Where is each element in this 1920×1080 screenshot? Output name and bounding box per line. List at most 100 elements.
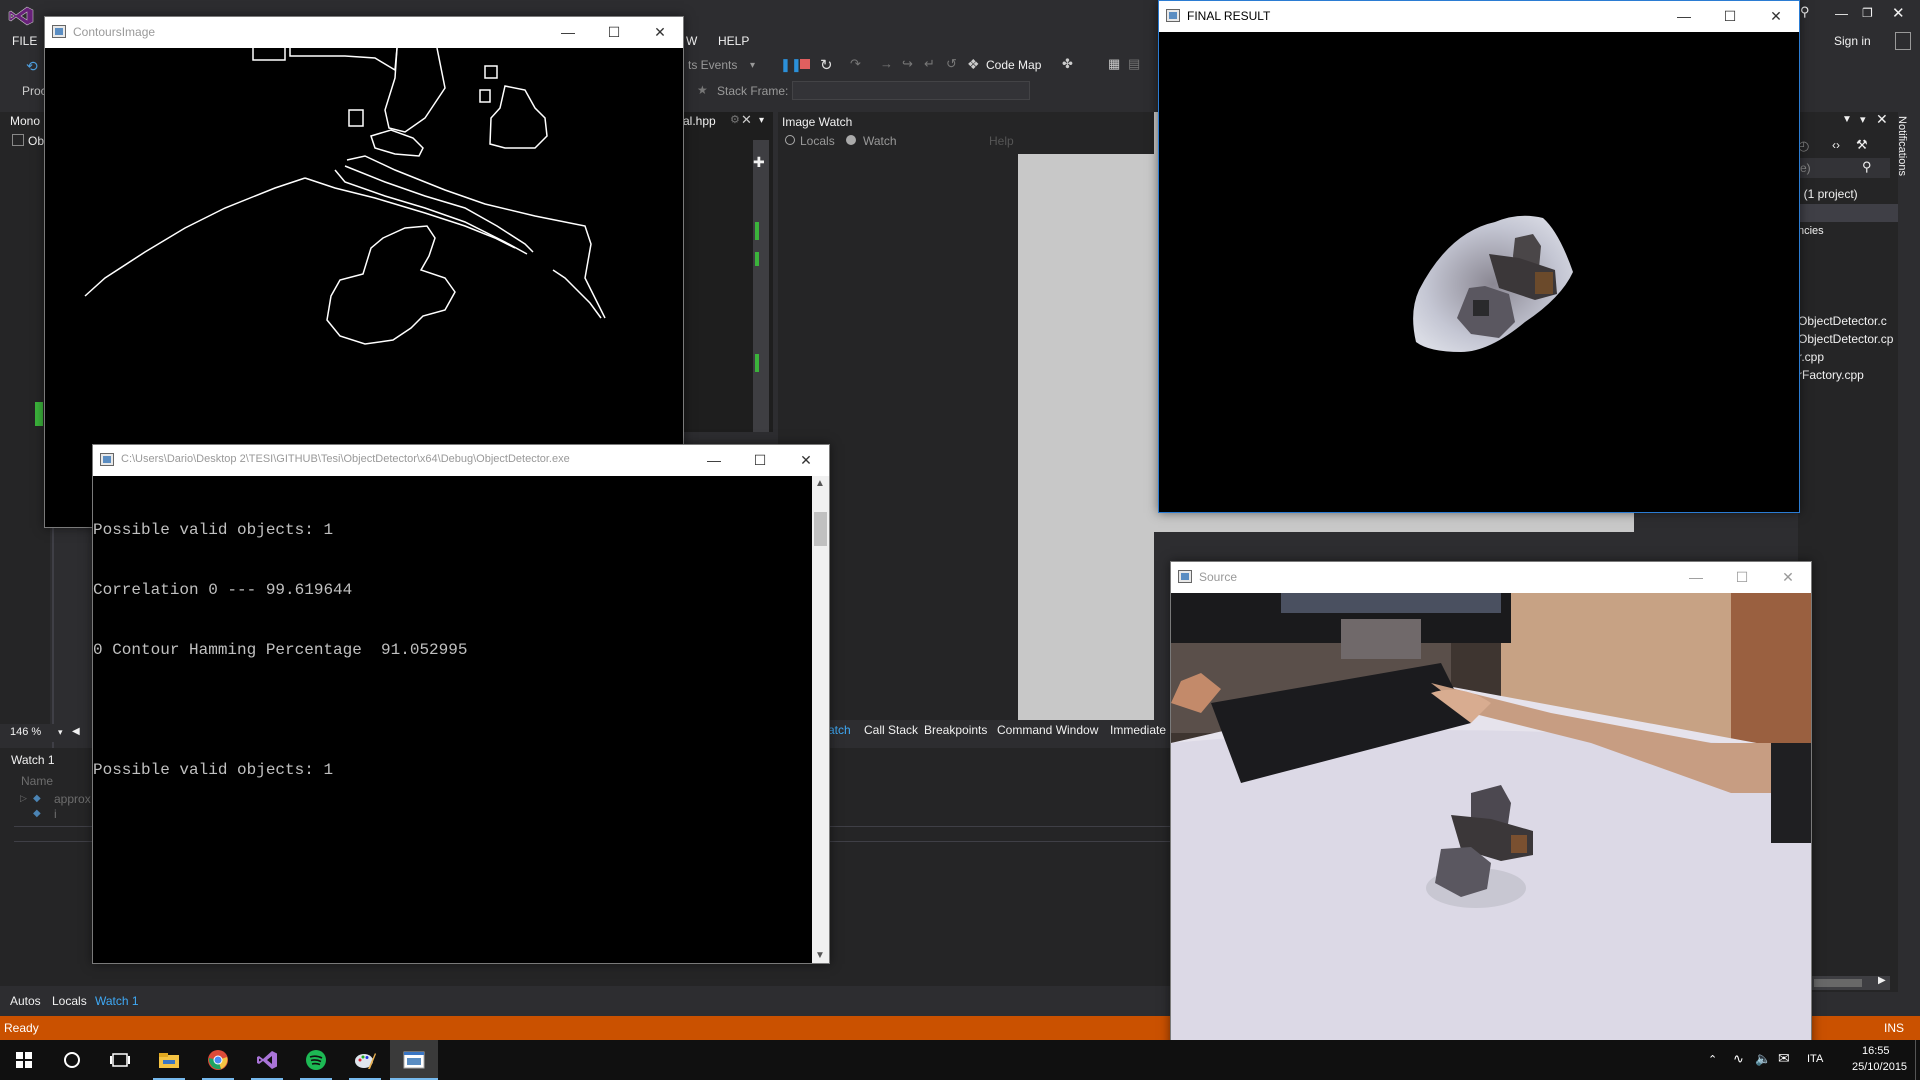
properties-wrench-icon[interactable]: ⚒ xyxy=(1856,137,1868,153)
console-output[interactable]: Possible valid objects: 1 Correlation 0 … xyxy=(93,476,829,963)
file-explorer-icon[interactable] xyxy=(145,1040,193,1080)
locals-tab[interactable]: Locals xyxy=(52,994,87,1008)
start-windows-icon[interactable] xyxy=(0,1040,48,1080)
console-window[interactable]: C:\Users\Dario\Desktop 2\TESI\GITHUB\Tes… xyxy=(92,444,830,964)
vs-logo-icon[interactable] xyxy=(8,6,34,26)
step-into-icon[interactable]: → xyxy=(880,56,893,71)
step-back-icon[interactable]: ↺ xyxy=(946,56,957,72)
close-panel-icon[interactable]: ✕ xyxy=(1876,111,1888,128)
source-maximize-button[interactable]: ☐ xyxy=(1719,562,1765,593)
pin-tab-icon[interactable]: ⚙ xyxy=(730,113,740,126)
source-close-button[interactable]: ✕ xyxy=(1765,562,1811,593)
image-watch-canvas[interactable] xyxy=(1018,154,1154,722)
solution-file[interactable]: ObjectDetector.c xyxy=(1798,314,1887,328)
source-window[interactable]: Source — ☐ ✕ xyxy=(1170,561,1812,1073)
zoom-chevron-icon[interactable]: ▾ xyxy=(58,727,63,738)
final-minimize-button[interactable]: — xyxy=(1661,1,1707,32)
vs-close-button[interactable]: ✕ xyxy=(1892,4,1905,22)
locals-radio[interactable] xyxy=(785,135,795,145)
image-watch-toolbar-icon[interactable]: ▦ xyxy=(1108,56,1120,72)
solution-file[interactable]: rFactory.cpp xyxy=(1798,368,1864,382)
search-icon[interactable]: ⚲ xyxy=(1862,159,1872,175)
expand-row-icon[interactable]: ▷ xyxy=(20,793,27,804)
sign-in-link[interactable]: Sign in xyxy=(1834,34,1871,48)
call-stack-tab[interactable]: Call Stack xyxy=(864,723,918,737)
solution-file[interactable]: ObjectDetector.cp xyxy=(1798,332,1893,346)
stack-frame-dropdown[interactable] xyxy=(792,81,1030,100)
solution-file[interactable]: r.cpp xyxy=(1798,350,1824,364)
contours-minimize-button[interactable]: — xyxy=(545,17,591,48)
cortana-search-icon[interactable] xyxy=(48,1040,96,1080)
selected-node[interactable] xyxy=(1798,204,1898,222)
account-icon[interactable] xyxy=(1895,32,1911,50)
source-title-bar[interactable]: Source — ☐ ✕ xyxy=(1171,562,1811,593)
contours-title-bar[interactable]: ContoursImage — ☐ ✕ xyxy=(45,17,683,48)
layout-icon[interactable]: ▤ xyxy=(1128,56,1140,72)
vs-restore-button[interactable]: ❐ xyxy=(1862,6,1873,20)
watch-tab[interactable]: atch xyxy=(828,723,851,737)
autos-tab[interactable]: Autos xyxy=(10,994,41,1008)
split-editor-icon[interactable]: ✚ xyxy=(753,154,765,171)
stop-icon[interactable] xyxy=(800,59,810,69)
menu-file[interactable]: FILE xyxy=(12,34,37,48)
zoom-level[interactable]: 146 % xyxy=(10,726,41,738)
show-desktop-button[interactable] xyxy=(1915,1040,1920,1080)
solution-search-input[interactable]: e) ⚲ xyxy=(1798,158,1890,178)
close-tab-icon[interactable]: ✕ xyxy=(741,112,752,128)
menu-view[interactable]: W xyxy=(686,34,697,48)
watch-radio-label[interactable]: Watch xyxy=(863,134,897,148)
diagnostic-tools-icon[interactable]: ✤ xyxy=(1062,56,1073,72)
left-panel-tab[interactable]: Mono xyxy=(10,114,40,128)
editor-scrollbar[interactable] xyxy=(753,140,769,432)
chrome-icon[interactable] xyxy=(194,1040,242,1080)
pause-icon[interactable]: ❚❚ xyxy=(780,57,802,73)
console-scroll-thumb[interactable] xyxy=(814,512,827,546)
console-close-button[interactable]: ✕ xyxy=(783,445,829,476)
immediate-tab[interactable]: Immediate xyxy=(1110,723,1166,737)
panel-menu-chevron-icon[interactable]: ▼ xyxy=(1842,114,1852,125)
threads-icon[interactable]: ★ xyxy=(697,83,708,97)
back-arrow-icon[interactable]: ⟲ xyxy=(26,58,38,75)
solution-project-node[interactable]: ' (1 project) xyxy=(1798,187,1858,201)
editor-file-tab[interactable]: al.hpp xyxy=(683,114,716,128)
spotify-icon[interactable] xyxy=(292,1040,340,1080)
menu-help[interactable]: HELP xyxy=(718,34,749,48)
show-next-statement-icon[interactable]: ↷ xyxy=(850,56,861,72)
lifecycle-dropdown-chevron-icon[interactable]: ▾ xyxy=(750,60,755,71)
quick-launch-search-icon[interactable]: ⚲ xyxy=(1800,4,1810,20)
left-panel-item[interactable]: Ob xyxy=(28,134,44,148)
watch-row-approx[interactable]: approx xyxy=(54,792,91,806)
code-map-icon[interactable]: ❖ xyxy=(967,56,980,73)
task-view-icon[interactable] xyxy=(96,1040,144,1080)
step-over-icon[interactable]: ↪ xyxy=(902,56,913,72)
command-window-tab[interactable]: Command Window xyxy=(997,723,1098,737)
watch-name-column[interactable]: Name xyxy=(21,774,53,788)
step-out-icon[interactable]: ↵ xyxy=(924,56,935,72)
console-minimize-button[interactable]: — xyxy=(691,445,737,476)
final-title-bar[interactable]: FINAL RESULT — ☐ ✕ xyxy=(1159,1,1799,32)
source-minimize-button[interactable]: — xyxy=(1673,562,1719,593)
volume-icon[interactable]: 🔈 xyxy=(1755,1051,1771,1067)
image-watch-help[interactable]: Help xyxy=(989,134,1014,148)
show-hidden-icons-chevron-icon[interactable]: ⌃ xyxy=(1708,1053,1717,1066)
tab-list-chevron-icon[interactable]: ▾ xyxy=(759,115,764,126)
clock-date[interactable]: 25/10/2015 xyxy=(1852,1061,1907,1073)
dependencies-node[interactable]: ncies xyxy=(1798,225,1824,237)
network-wifi-icon[interactable]: ∿ xyxy=(1733,1051,1744,1067)
contours-maximize-button[interactable]: ☐ xyxy=(591,17,637,48)
visual-studio-icon[interactable] xyxy=(243,1040,291,1080)
action-center-icon[interactable]: ✉ xyxy=(1778,1050,1790,1067)
code-view-icon[interactable]: ‹› xyxy=(1832,138,1840,152)
restart-icon[interactable]: ↻ xyxy=(820,56,833,74)
console-scrollbar[interactable]: ▲ ▼ xyxy=(812,476,829,963)
pin-icon[interactable]: ▾ xyxy=(1860,113,1866,126)
locals-radio-label[interactable]: Locals xyxy=(800,134,835,148)
final-close-button[interactable]: ✕ xyxy=(1753,1,1799,32)
console-maximize-button[interactable]: ☐ xyxy=(737,445,783,476)
code-editor[interactable]: al.hpp ⚙ ✕ ▾ ✚ xyxy=(683,112,773,432)
input-language[interactable]: ITA xyxy=(1807,1053,1823,1065)
scroll-down-arrow-icon[interactable]: ▼ xyxy=(815,950,825,961)
breakpoints-tab[interactable]: Breakpoints xyxy=(924,723,987,737)
final-result-window[interactable]: FINAL RESULT — ☐ ✕ xyxy=(1158,0,1800,513)
lifecycle-events-dropdown[interactable]: ts Events xyxy=(688,58,737,72)
